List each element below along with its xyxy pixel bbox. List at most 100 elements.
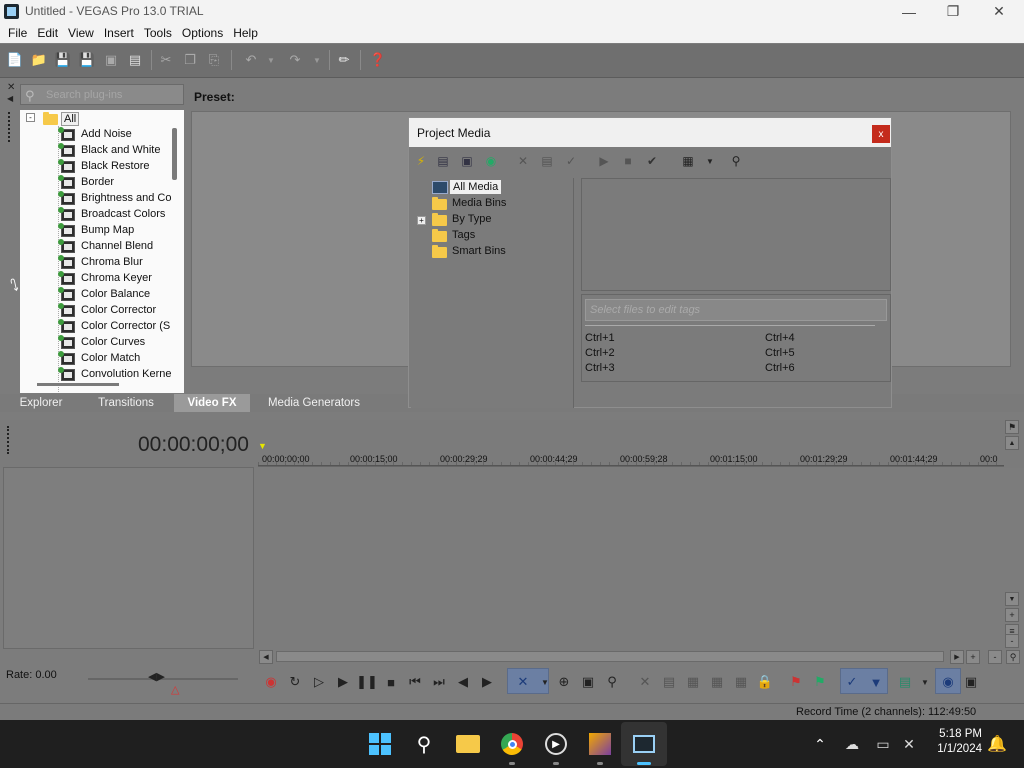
play-from-start-icon[interactable]: ▷ xyxy=(310,673,328,691)
record-icon[interactable]: ◉ xyxy=(262,673,280,691)
plugin-search-field[interactable]: ⚲ Search plug-ins xyxy=(20,84,184,105)
media-fx-icon[interactable]: ✓ xyxy=(563,153,579,169)
show-hidden-icons-chevron-icon[interactable]: ⌃ xyxy=(807,731,833,757)
auto-ripple-dropdown-icon[interactable]: ▼ xyxy=(916,673,934,691)
tab-transitions[interactable]: Transitions xyxy=(88,394,164,412)
undo-icon[interactable]: ↶ xyxy=(243,52,259,68)
plugin-item[interactable]: Color Corrector (S xyxy=(20,319,174,335)
menu-insert[interactable]: Insert xyxy=(100,26,140,40)
plugin-item[interactable]: Chroma Keyer xyxy=(20,271,174,287)
envelope-edit-tool-icon[interactable]: ⊕ xyxy=(555,673,573,691)
delete-icon[interactable]: ✕ xyxy=(636,673,654,691)
plugin-item[interactable]: Color Balance xyxy=(20,287,174,303)
enable-snapping-icon[interactable]: ✓ xyxy=(843,673,861,691)
get-media-web-icon[interactable]: ◉ xyxy=(483,153,499,169)
auto-ripple-icon[interactable]: ✏ xyxy=(336,52,352,68)
menu-view[interactable]: View xyxy=(64,26,100,40)
collapse-icon[interactable]: - xyxy=(26,113,35,122)
ignore-grouping-icon[interactable]: ▣ xyxy=(962,673,980,691)
trim-icon[interactable]: ▤ xyxy=(660,673,678,691)
zoom-out-vertical-icon[interactable]: - xyxy=(1005,634,1019,648)
scroll-down-icon[interactable]: ▼ xyxy=(1005,592,1019,606)
taskbar-clock[interactable]: 5:18 PM 1/1/2024 xyxy=(928,728,982,755)
plugin-item[interactable]: Brightness and Co xyxy=(20,191,174,207)
bin-smart-bins[interactable]: Smart Bins xyxy=(411,244,571,260)
play-icon[interactable]: ▶ xyxy=(334,673,352,691)
menu-file[interactable]: File xyxy=(4,26,33,40)
plugin-item[interactable]: Black and White xyxy=(20,143,174,159)
tab-media-generators[interactable]: Media Generators xyxy=(262,394,366,412)
bin-all-media[interactable]: All Media xyxy=(411,180,571,196)
plugin-item[interactable]: Add Noise xyxy=(20,127,174,143)
bin-media-bins[interactable]: Media Bins xyxy=(411,196,571,212)
tab-video-fx[interactable]: Video FX xyxy=(174,394,250,412)
trim-end-icon[interactable]: ▦ xyxy=(708,673,726,691)
bin-tags[interactable]: Tags xyxy=(411,228,571,244)
marker-flag-icon[interactable]: ⚑ xyxy=(1005,420,1019,434)
plugin-tree-hscroll-thumb[interactable] xyxy=(37,383,119,386)
new-file-icon[interactable]: 📄 xyxy=(7,52,23,68)
plugin-item[interactable]: Bump Map xyxy=(20,223,174,239)
plugin-tree-vscroll-thumb[interactable] xyxy=(172,128,177,180)
render-icon[interactable]: ▣ xyxy=(103,52,119,68)
previous-frame-icon[interactable]: ◀ xyxy=(454,673,472,691)
views-dropdown-icon[interactable]: ▼ xyxy=(702,153,718,169)
plugin-item[interactable]: Chroma Blur xyxy=(20,255,174,271)
scroll-left-icon[interactable]: ◀ xyxy=(259,650,273,664)
menu-options[interactable]: Options xyxy=(178,26,229,40)
copy-icon[interactable]: ❐ xyxy=(182,52,198,68)
display-icon[interactable]: ▭ xyxy=(870,731,896,757)
plugin-item[interactable]: Broadcast Colors xyxy=(20,207,174,223)
rate-slider-handle-icon[interactable]: ◀▶ xyxy=(148,670,165,683)
auto-preview-icon[interactable]: ✔ xyxy=(644,153,660,169)
menu-edit[interactable]: Edit xyxy=(33,26,64,40)
dock-handle[interactable] xyxy=(7,426,10,454)
notification-bell-icon[interactable]: 🔔 xyxy=(984,731,1010,757)
trim-start-icon[interactable]: ▦ xyxy=(684,673,702,691)
plugin-item[interactable]: Color Match xyxy=(20,351,174,367)
media-player-icon[interactable]: ▶ xyxy=(543,731,569,757)
plugin-item[interactable]: Black Restore xyxy=(20,159,174,175)
plugin-item[interactable]: Color Curves xyxy=(20,335,174,351)
whats-this-help-icon[interactable]: ❓ xyxy=(370,52,386,68)
go-to-end-icon[interactable]: ⏭ xyxy=(430,673,448,691)
cut-icon[interactable]: ✂ xyxy=(158,52,174,68)
hscroll-thumb[interactable] xyxy=(276,651,944,662)
split-icon[interactable]: ▦ xyxy=(732,673,750,691)
file-explorer-icon[interactable] xyxy=(455,731,481,757)
maximize-button[interactable]: ❐ xyxy=(930,0,976,23)
expand-icon[interactable]: + xyxy=(417,216,426,225)
close-button[interactable]: ✕ xyxy=(976,0,1022,23)
media-properties-icon[interactable]: ▤ xyxy=(539,153,555,169)
undo-dropdown-icon[interactable]: ▼ xyxy=(263,52,279,68)
volume-muted-icon[interactable]: ✕ xyxy=(896,731,922,757)
search-media-icon[interactable]: ⚲ xyxy=(728,153,744,169)
zoom-tool-icon[interactable]: ⚲ xyxy=(1006,650,1020,664)
scroll-up-icon[interactable]: ▲ xyxy=(1005,436,1019,450)
scroll-right-icon[interactable]: ▶ xyxy=(950,650,964,664)
redo-dropdown-icon[interactable]: ▼ xyxy=(309,52,325,68)
chrome-icon[interactable] xyxy=(499,731,525,757)
remove-media-icon[interactable]: ✕ xyxy=(515,153,531,169)
import-media-icon[interactable]: ⚡ xyxy=(413,153,429,169)
save-icon[interactable]: 💾 xyxy=(55,52,71,68)
open-folder-icon[interactable]: 📁 xyxy=(31,52,47,68)
redo-icon[interactable]: ↷ xyxy=(287,52,303,68)
timeline-track-area[interactable] xyxy=(258,466,1004,649)
edit-tool-dropdown-icon[interactable]: ▼ xyxy=(536,673,554,691)
loop-playback-icon[interactable]: ↻ xyxy=(286,673,304,691)
save-as-icon[interactable]: 💾 xyxy=(79,52,95,68)
plugin-item[interactable]: Color Corrector xyxy=(20,303,174,319)
plugin-item[interactable]: Channel Blend xyxy=(20,239,174,255)
insert-region-icon[interactable]: ⚑ xyxy=(811,673,829,691)
next-frame-icon[interactable]: ▶ xyxy=(478,673,496,691)
auto-preview-play-icon[interactable]: ▶ xyxy=(596,153,612,169)
project-media-close-button[interactable]: x xyxy=(872,125,890,143)
pause-icon[interactable]: ❚❚ xyxy=(356,673,378,691)
zoom-edit-tool-icon[interactable]: ⚲ xyxy=(603,673,621,691)
menu-tools[interactable]: Tools xyxy=(140,26,178,40)
go-to-start-icon[interactable]: ⏮ xyxy=(406,673,424,691)
start-windows-icon[interactable] xyxy=(367,731,393,757)
properties-icon[interactable]: ▤ xyxy=(127,52,143,68)
stop-icon[interactable]: ■ xyxy=(382,673,400,691)
